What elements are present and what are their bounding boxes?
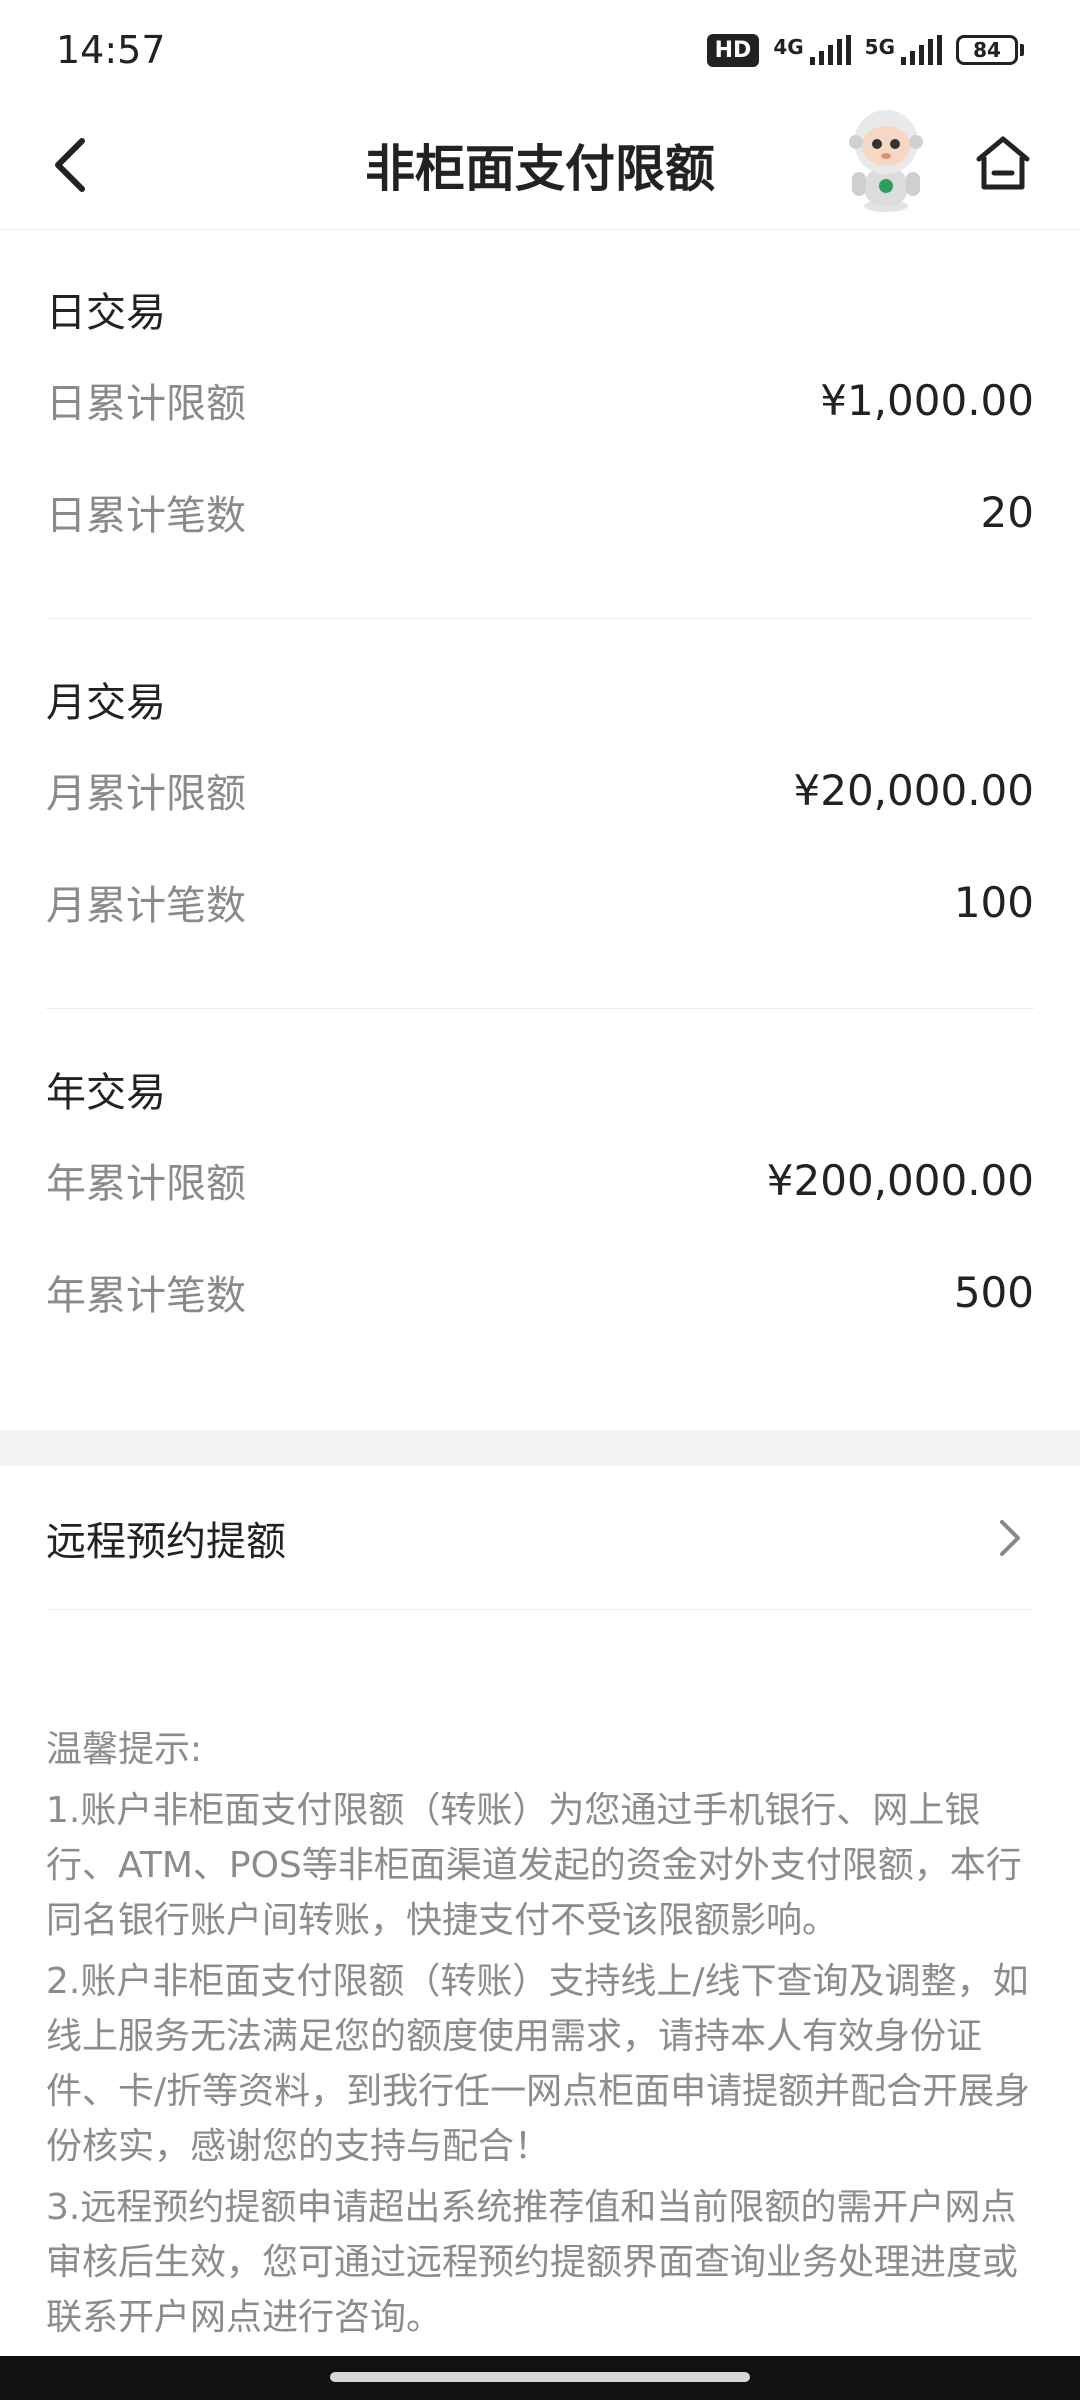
row-label: 日累计限额 (46, 381, 246, 427)
row-label: 年累计限额 (46, 1161, 246, 1207)
row-value: ¥1,000.00 (820, 375, 1034, 425)
daily-title: 日交易 (46, 290, 166, 336)
row-value: ¥200,000.00 (766, 1155, 1034, 1205)
row-label: 年累计笔数 (46, 1273, 246, 1319)
home-indicator[interactable] (330, 2372, 750, 2382)
status-time: 14:57 (56, 28, 166, 72)
status-icons: HD 4G 5G 84 (706, 33, 1024, 67)
home-button[interactable] (968, 128, 1038, 198)
tips-block: 温馨提示: 1.账户非柜面支付限额（转账）为您通过手机银行、网上银行、ATM、P… (46, 1722, 1040, 2351)
hd-icon: HD (706, 33, 760, 67)
daily-count-row: 日累计笔数 20 (46, 482, 1034, 542)
yearly-count-row: 年累计笔数 500 (46, 1262, 1034, 1322)
remote-raise-limit-label: 远程预约提额 (46, 1518, 286, 1565)
home-icon (976, 136, 1030, 190)
yearly-section: 年交易 年累计限额 ¥200,000.00 年累计笔数 500 (46, 1060, 1034, 1390)
signal-5g-icon: 5G (865, 35, 942, 65)
row-value: 500 (953, 1267, 1034, 1317)
monthly-title: 月交易 (46, 680, 166, 726)
daily-limit-row: 日累计限额 ¥1,000.00 (46, 370, 1034, 430)
robot-mascot-icon[interactable] (836, 106, 936, 216)
monthly-section: 月交易 月累计限额 ¥20,000.00 月累计笔数 100 (46, 670, 1034, 1000)
row-value: 20 (980, 487, 1034, 537)
chevron-left-icon (55, 138, 85, 192)
row-value: ¥20,000.00 (793, 765, 1034, 815)
yearly-limit-row: 年累计限额 ¥200,000.00 (46, 1150, 1034, 1210)
section-separator (0, 1430, 1080, 1466)
status-bar: 14:57 HD 4G 5G 84 (0, 0, 1080, 100)
system-nav-bar (0, 2356, 1080, 2400)
monthly-limit-row: 月累计限额 ¥20,000.00 (46, 760, 1034, 820)
yearly-title: 年交易 (46, 1070, 166, 1116)
tip-item-3: 3.远程预约提额申请超出系统推荐值和当前限额的需开户网点审核后生效，您可通过远程… (46, 2187, 1019, 2338)
chevron-right-icon (1000, 1519, 1020, 1556)
signal-4g-icon: 4G (773, 35, 851, 65)
battery-icon: 84 (956, 35, 1024, 65)
nav-bar: 非柜面支付限额 (0, 100, 1080, 230)
monthly-count-row: 月累计笔数 100 (46, 872, 1034, 932)
row-label: 日累计笔数 (46, 493, 246, 539)
row-label: 月累计限额 (46, 771, 246, 817)
row-label: 月累计笔数 (46, 883, 246, 929)
divider (46, 1008, 1034, 1009)
divider (46, 618, 1034, 619)
tip-item-1: 1.账户非柜面支付限额（转账）为您通过手机银行、网上银行、ATM、POS等非柜面… (46, 1790, 1022, 1941)
remote-raise-limit-item[interactable]: 远程预约提额 (46, 1466, 1034, 1610)
row-value: 100 (953, 877, 1034, 927)
tips-heading: 温馨提示: (46, 1729, 203, 1770)
daily-section: 日交易 日累计限额 ¥1,000.00 日累计笔数 20 (46, 280, 1034, 610)
tip-item-2: 2.账户非柜面支付限额（转账）支持线上/线下查询及调整，如线上服务无法满足您的额… (46, 1961, 1031, 2167)
back-button[interactable] (40, 130, 100, 200)
